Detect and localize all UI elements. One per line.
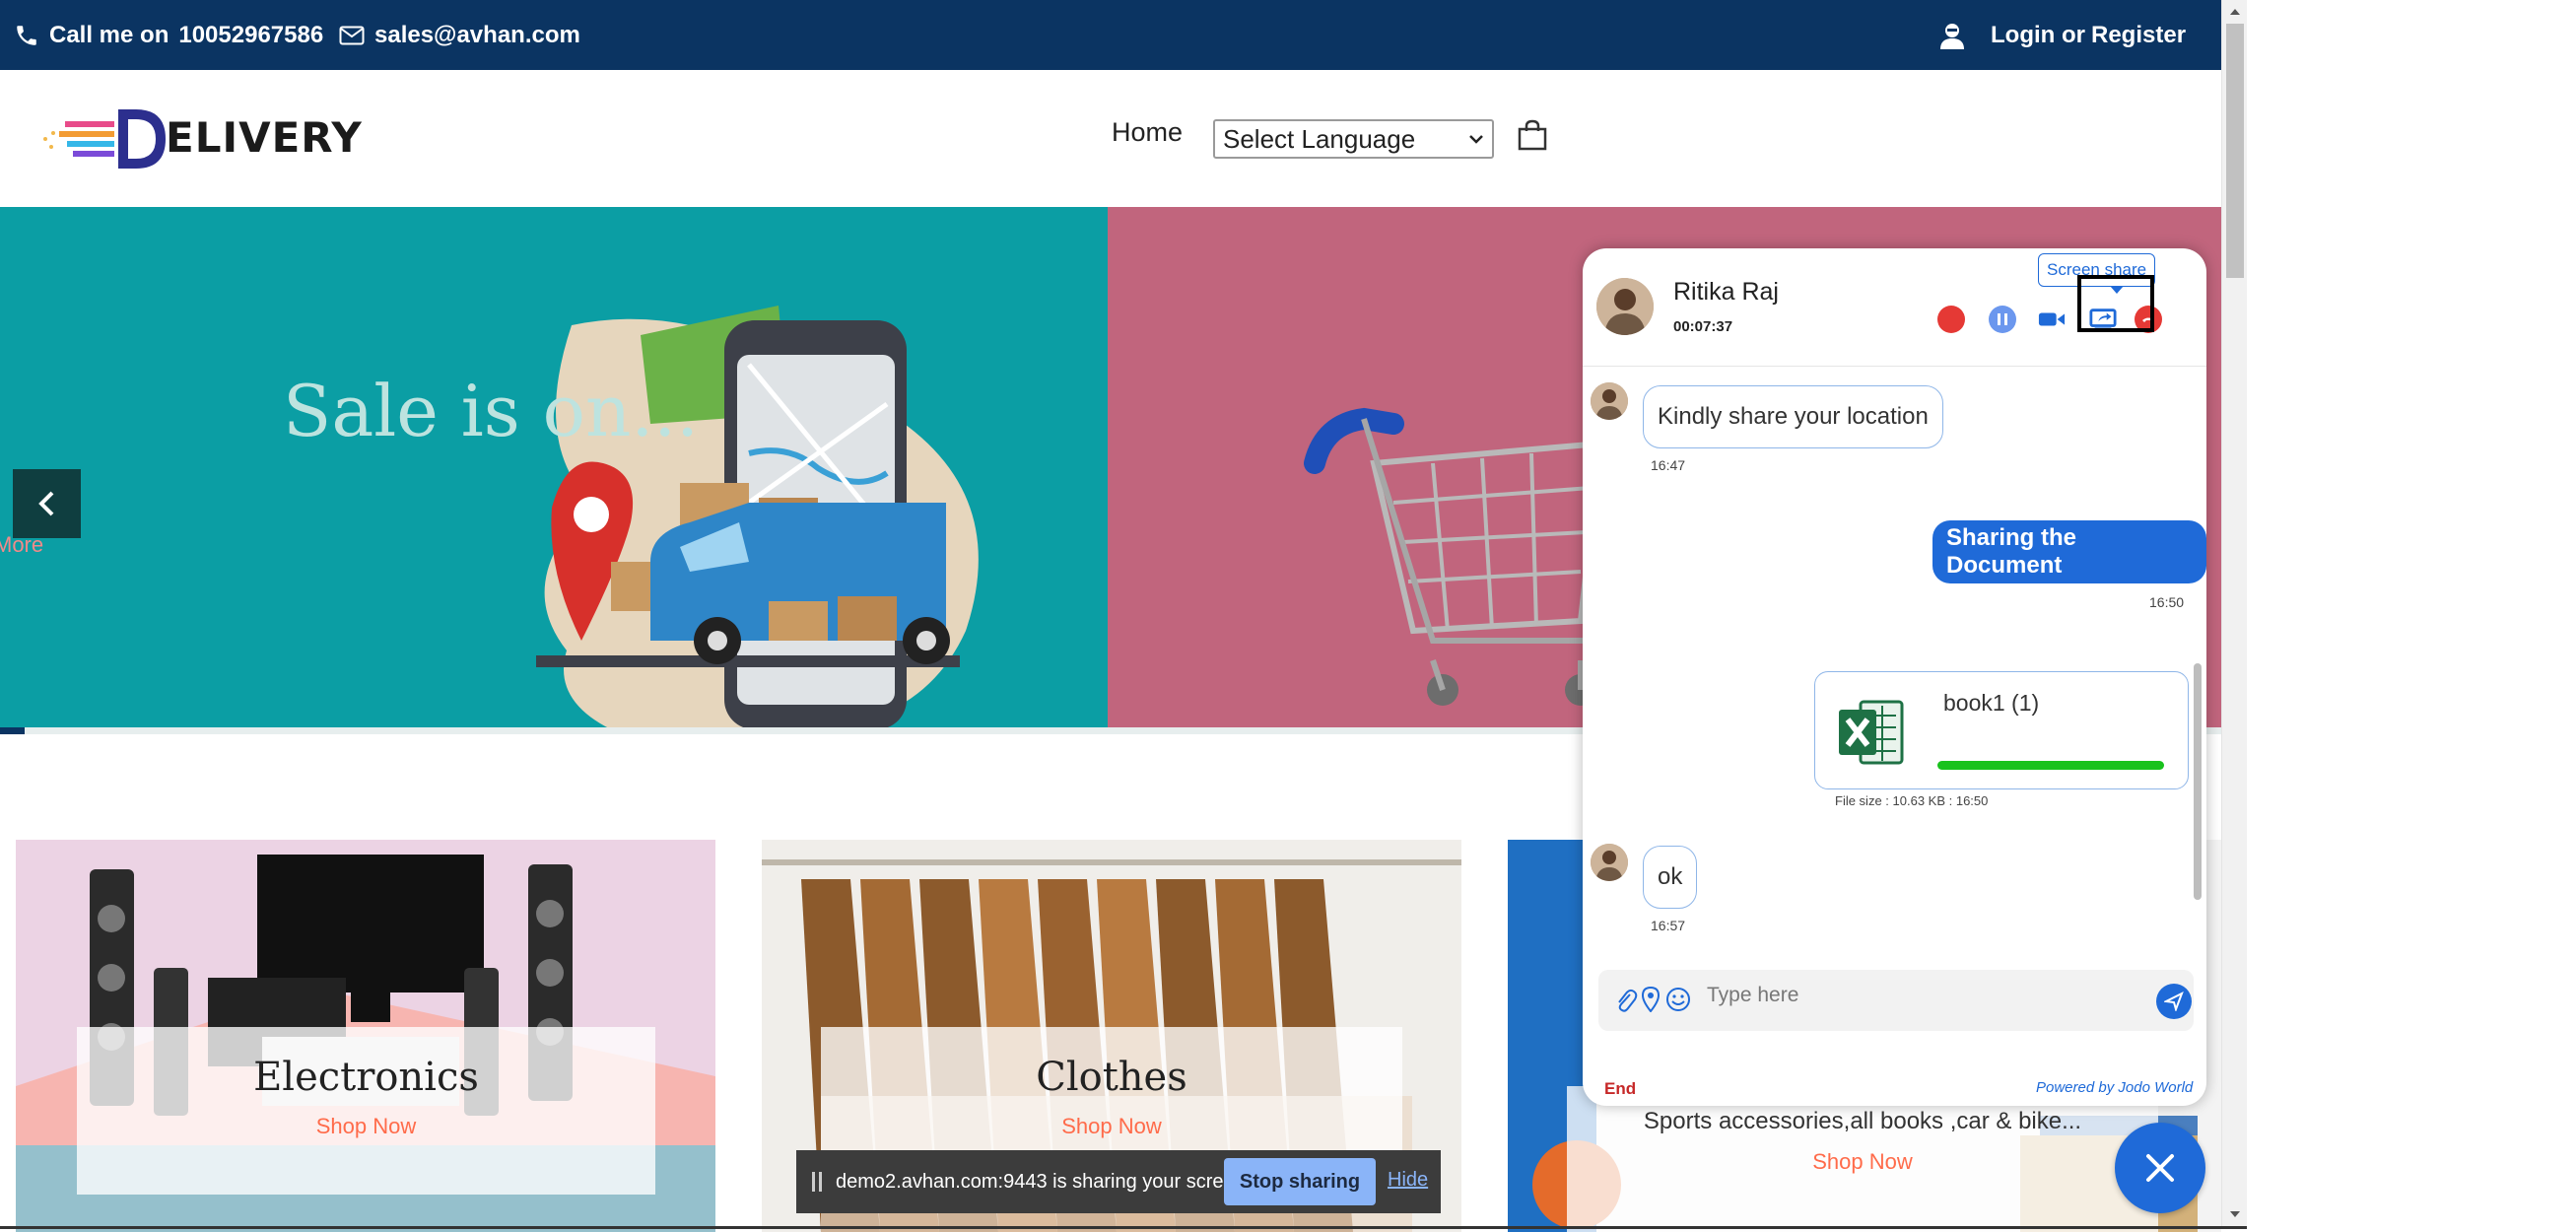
send-icon xyxy=(2164,992,2184,1011)
call-label: Call me on xyxy=(49,21,169,48)
page-scrollbar[interactable] xyxy=(2221,0,2247,1226)
chat-scrollbar-thumb[interactable] xyxy=(2194,663,2202,900)
pause-icon xyxy=(1998,313,2007,325)
end-chat-link[interactable]: End xyxy=(1604,1079,1636,1099)
language-select-value: Select Language xyxy=(1223,123,1416,154)
call-contact[interactable]: Call me on 10052967586 xyxy=(14,0,323,70)
shopping-bag-icon xyxy=(1518,119,1547,151)
message-composer: Type here xyxy=(1598,970,2194,1031)
excel-file-icon xyxy=(1839,700,1904,765)
window-bottom-border xyxy=(0,1226,2247,1229)
message-list: Kindly share your location 16:47 Sharing… xyxy=(1583,368,2206,959)
stop-sharing-button[interactable]: Stop sharing xyxy=(1224,1158,1376,1205)
message-bubble: ok xyxy=(1643,846,1698,909)
register-link[interactable]: Register xyxy=(2091,0,2186,70)
category-title: Sports accessories,all books ,car & bike… xyxy=(1643,1108,2082,1134)
agent-name: Ritika Raj xyxy=(1673,278,1779,306)
carousel-prev-button[interactable] xyxy=(13,469,81,538)
more-link[interactable]: More xyxy=(0,532,43,558)
user-icon-wrap[interactable] xyxy=(1939,0,1965,70)
video-button[interactable] xyxy=(2038,306,2066,333)
send-button[interactable] xyxy=(2156,984,2192,1019)
message-time: 16:47 xyxy=(1651,457,1686,473)
login-link[interactable]: Login or xyxy=(1991,0,2085,70)
shop-now-link[interactable]: Shop Now xyxy=(821,1114,1402,1139)
register-label: Register xyxy=(2091,21,2187,48)
location-pin-icon[interactable] xyxy=(1642,987,1660,1012)
call-timer: 00:07:37 xyxy=(1673,318,1733,335)
agent-avatar-small xyxy=(1591,382,1628,420)
agent-photo xyxy=(1591,844,1628,881)
hero-headline: Sale is on... xyxy=(283,370,700,452)
category-title: Electronics xyxy=(253,1055,479,1100)
message-bubble: Kindly share your location xyxy=(1643,385,1943,448)
hide-share-bar-link[interactable]: Hide xyxy=(1388,1169,1428,1192)
agent-avatar-small xyxy=(1591,844,1628,881)
agent-avatar xyxy=(1596,278,1654,335)
logo-text: ELIVERY xyxy=(166,113,363,162)
powered-by: Powered by Jodo World xyxy=(2036,1079,2194,1096)
category-overlay: Electronics Shop Now xyxy=(77,1027,655,1195)
site-logo[interactable]: ELIVERY xyxy=(37,100,362,178)
scroll-up-icon xyxy=(2230,9,2240,15)
language-select[interactable]: Select Language xyxy=(1213,119,1494,159)
close-icon xyxy=(2146,1154,2174,1182)
top-contact-bar: Call me on 10052967586 sales@avhan.com L… xyxy=(0,0,2221,70)
file-name: book1 (1) xyxy=(1943,690,2040,716)
phone-icon xyxy=(17,25,36,45)
screen-share-bar: demo2.avhan.com:9443 is sharing your scr… xyxy=(796,1150,1441,1213)
drag-handle-icon[interactable] xyxy=(810,1171,824,1193)
message-time: 16:50 xyxy=(2149,594,2185,610)
scroll-down-icon xyxy=(2230,1211,2240,1217)
phone-number: 10052967586 xyxy=(178,21,324,48)
mail-icon xyxy=(339,26,365,44)
pause-button[interactable] xyxy=(1989,306,2016,333)
scrollbar-thumb[interactable] xyxy=(2226,24,2244,278)
nav-home-link[interactable]: Home xyxy=(1112,117,1183,148)
message-time: 16:57 xyxy=(1651,918,1686,933)
site-header: ELIVERY Home Select Language xyxy=(0,70,2221,207)
emoji-icon[interactable] xyxy=(1665,987,1691,1012)
message-bubble-sent: Sharing the Document xyxy=(1932,520,2206,583)
message-input[interactable]: Type here xyxy=(1707,984,1798,1007)
paperclip-icon[interactable] xyxy=(1614,988,1638,1013)
focus-highlight xyxy=(2077,275,2154,332)
shop-now-link[interactable]: Shop Now xyxy=(1567,1149,2158,1175)
category-overlay: Sports accessories,all books ,car & bike… xyxy=(1567,1086,2158,1232)
chat-toggle-button[interactable] xyxy=(2115,1123,2205,1213)
page-root: Call me on 10052967586 sales@avhan.com L… xyxy=(0,0,2576,1232)
agent-photo xyxy=(1591,382,1628,420)
cart-button[interactable] xyxy=(1518,119,1547,156)
login-label: Login or xyxy=(1991,21,2085,48)
chat-widget: Ritika Raj 00:07:37 Screen share Kindly … xyxy=(1583,248,2206,1106)
file-upload-progress xyxy=(1937,761,2164,770)
agent-photo xyxy=(1596,278,1654,335)
logo-mark xyxy=(43,109,166,169)
delivery-illustration xyxy=(536,306,979,730)
chat-header: Ritika Raj 00:07:37 Screen share xyxy=(1583,248,2206,367)
file-attachment-card[interactable]: book1 (1) xyxy=(1814,671,2189,789)
chevron-down-icon xyxy=(1469,135,1483,144)
category-card-electronics[interactable]: Electronics Shop Now xyxy=(16,840,715,1232)
email-address: sales@avhan.com xyxy=(374,21,580,48)
video-icon xyxy=(2038,312,2066,326)
record-button[interactable] xyxy=(1937,306,1965,333)
category-title: Clothes xyxy=(1036,1055,1187,1100)
carousel-progress-fill xyxy=(0,727,25,734)
shop-now-link[interactable]: Shop Now xyxy=(77,1114,655,1139)
user-icon xyxy=(1940,23,1964,49)
share-message: demo2.avhan.com:9443 is sharing your scr… xyxy=(836,1171,1252,1193)
hero-slide-delivery: Sale is on... xyxy=(0,207,1108,734)
chevron-left-icon xyxy=(37,491,53,516)
file-meta: File size : 10.63 KB : 16:50 xyxy=(1835,793,1989,808)
email-contact[interactable]: sales@avhan.com xyxy=(339,0,580,70)
